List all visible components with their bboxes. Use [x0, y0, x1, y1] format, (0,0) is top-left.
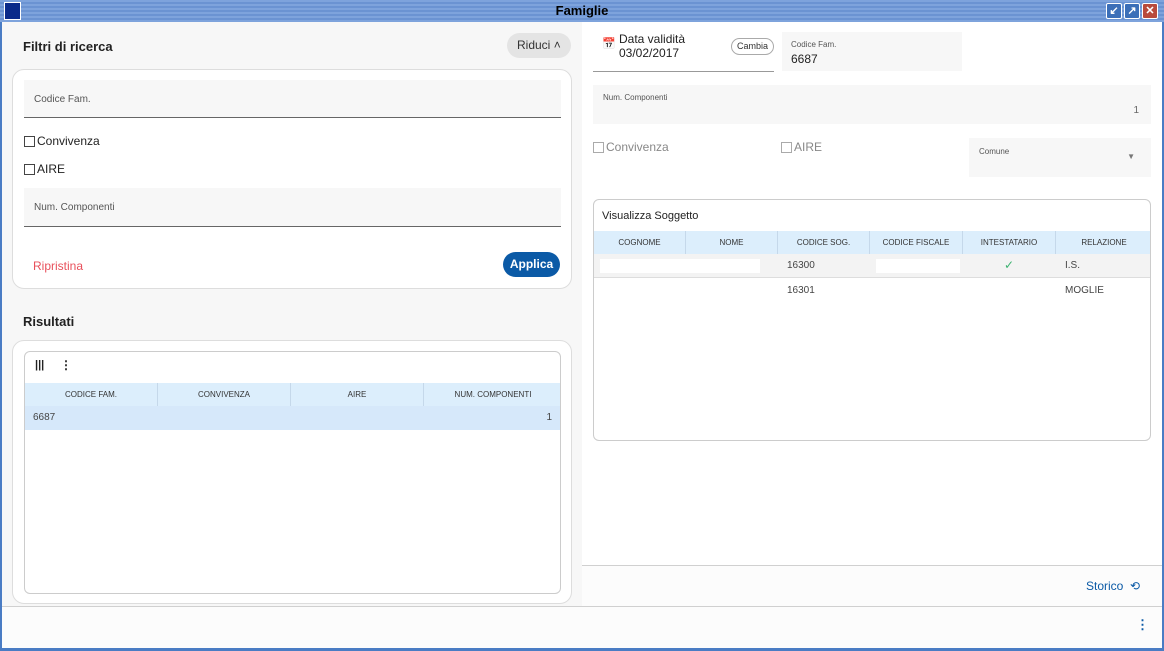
window-title: Famiglie: [555, 3, 609, 18]
num-componenti-label: Num. Componenti: [603, 93, 668, 102]
filters-title: Filtri di ricerca: [23, 39, 113, 54]
aire-label: AIRE: [37, 162, 66, 176]
convivenza-checkbox: Convivenza: [593, 140, 669, 154]
soggetti-title: Visualizza Soggetto: [602, 210, 699, 222]
cell-codice: 6687: [33, 412, 56, 423]
collapse-label: Riduci: [517, 38, 551, 52]
col-codice-sog[interactable]: CODICE SOG.: [778, 231, 870, 254]
col-num-componenti[interactable]: NUM. COMPONENTI: [424, 383, 560, 406]
comune-select[interactable]: Comune ▼: [969, 138, 1151, 177]
cell-relazione: I.S.: [1065, 260, 1081, 271]
soggetti-card: Visualizza Soggetto COGNOME NOME CODICE …: [593, 199, 1151, 441]
cell-codice-sog: 16301: [787, 285, 815, 296]
aire-checkbox[interactable]: AIRE: [24, 162, 65, 176]
col-relazione[interactable]: RELAZIONE: [1056, 231, 1150, 254]
num-componenti-value: 1: [1133, 105, 1139, 116]
results-title: Risultati: [23, 314, 75, 329]
comune-label: Comune: [979, 147, 1010, 156]
chevron-up-icon: ˄: [553, 38, 561, 52]
calendar-icon: 📅: [602, 38, 616, 50]
convivenza-label: Convivenza: [606, 140, 669, 154]
codice-fam-label: Codice Fam.: [34, 94, 91, 105]
table-row[interactable]: 16301 MOGLIE: [594, 279, 1150, 303]
num-componenti-display: Num. Componenti 1: [593, 85, 1151, 124]
col-aire[interactable]: AIRE: [291, 383, 424, 406]
cell-num: 1: [546, 412, 552, 423]
detail-footer: Storico ⟲: [582, 565, 1162, 606]
date-validity: 📅 Data validità 03/02/2017 Cambia: [593, 30, 774, 72]
col-intestatario[interactable]: INTESTATARIO: [963, 231, 1056, 254]
codice-fam-field[interactable]: Codice Fam.: [24, 80, 561, 118]
columns-icon[interactable]: |||: [35, 359, 44, 371]
col-convivenza[interactable]: CONVIVENZA: [158, 383, 291, 406]
filters-card: Codice Fam. Convivenza AIRE Num. Compone…: [12, 69, 572, 289]
num-componenti-field[interactable]: Num. Componenti: [24, 188, 561, 227]
collapse-button[interactable]: Riduci ˄: [507, 33, 571, 58]
right-pane: 📅 Data validità 03/02/2017 Cambia Codice…: [582, 22, 1162, 606]
codice-fam-display: Codice Fam. 6687: [782, 32, 962, 71]
date-label: Data validità: [619, 32, 686, 46]
num-componenti-label: Num. Componenti: [34, 202, 115, 213]
title-bar: Famiglie ↙ ↗ ✕: [0, 0, 1164, 22]
left-pane: Filtri di ricerca Riduci ˄ Codice Fam. C…: [2, 22, 582, 606]
table-row[interactable]: 16300 ✓ I.S.: [594, 254, 1150, 278]
table-row[interactable]: 6687 1: [25, 406, 560, 430]
codice-fam-value: 6687: [791, 52, 818, 66]
storico-button[interactable]: Storico ⟲: [1086, 579, 1140, 593]
maximize-button[interactable]: ↗: [1124, 3, 1140, 19]
codice-fam-label: Codice Fam.: [791, 40, 837, 49]
more-vert-icon[interactable]: ⋮: [1136, 617, 1149, 633]
results-grid: ||| ⋮ CODICE FAM. CONVIVENZA AIRE NUM. C…: [24, 351, 561, 594]
aire-label: AIRE: [794, 140, 823, 154]
restore-button[interactable]: ↙: [1106, 3, 1122, 19]
col-nome[interactable]: NOME: [686, 231, 778, 254]
storico-label: Storico: [1086, 579, 1124, 593]
col-codice-fiscale[interactable]: CODICE FISCALE: [870, 231, 963, 254]
soggetti-header: COGNOME NOME CODICE SOG. CODICE FISCALE …: [594, 231, 1150, 254]
results-header: CODICE FAM. CONVIVENZA AIRE NUM. COMPONE…: [25, 383, 560, 406]
col-cognome[interactable]: COGNOME: [594, 231, 686, 254]
date-value: 03/02/2017: [619, 46, 680, 60]
reset-button[interactable]: Ripristina: [33, 259, 83, 273]
redacted-fiscale: [876, 259, 960, 273]
results-card: ||| ⋮ CODICE FAM. CONVIVENZA AIRE NUM. C…: [12, 340, 572, 604]
cell-relazione: MOGLIE: [1065, 285, 1104, 296]
check-icon: ✓: [1004, 258, 1015, 272]
bottom-bar: ⋮: [2, 606, 1162, 648]
apply-button[interactable]: Applica: [503, 252, 560, 277]
close-button[interactable]: ✕: [1142, 3, 1158, 19]
aire-checkbox: AIRE: [781, 140, 822, 154]
more-vert-icon[interactable]: ⋮: [60, 358, 72, 372]
history-icon: ⟲: [1130, 579, 1141, 593]
convivenza-label: Convivenza: [37, 134, 100, 148]
cell-codice-sog: 16300: [787, 260, 815, 271]
convivenza-checkbox[interactable]: Convivenza: [24, 134, 100, 148]
dropdown-arrow-icon: ▼: [1127, 152, 1135, 161]
redacted-name: [600, 259, 760, 273]
col-codice-fam[interactable]: CODICE FAM.: [25, 383, 158, 406]
change-date-button[interactable]: Cambia: [731, 38, 774, 55]
